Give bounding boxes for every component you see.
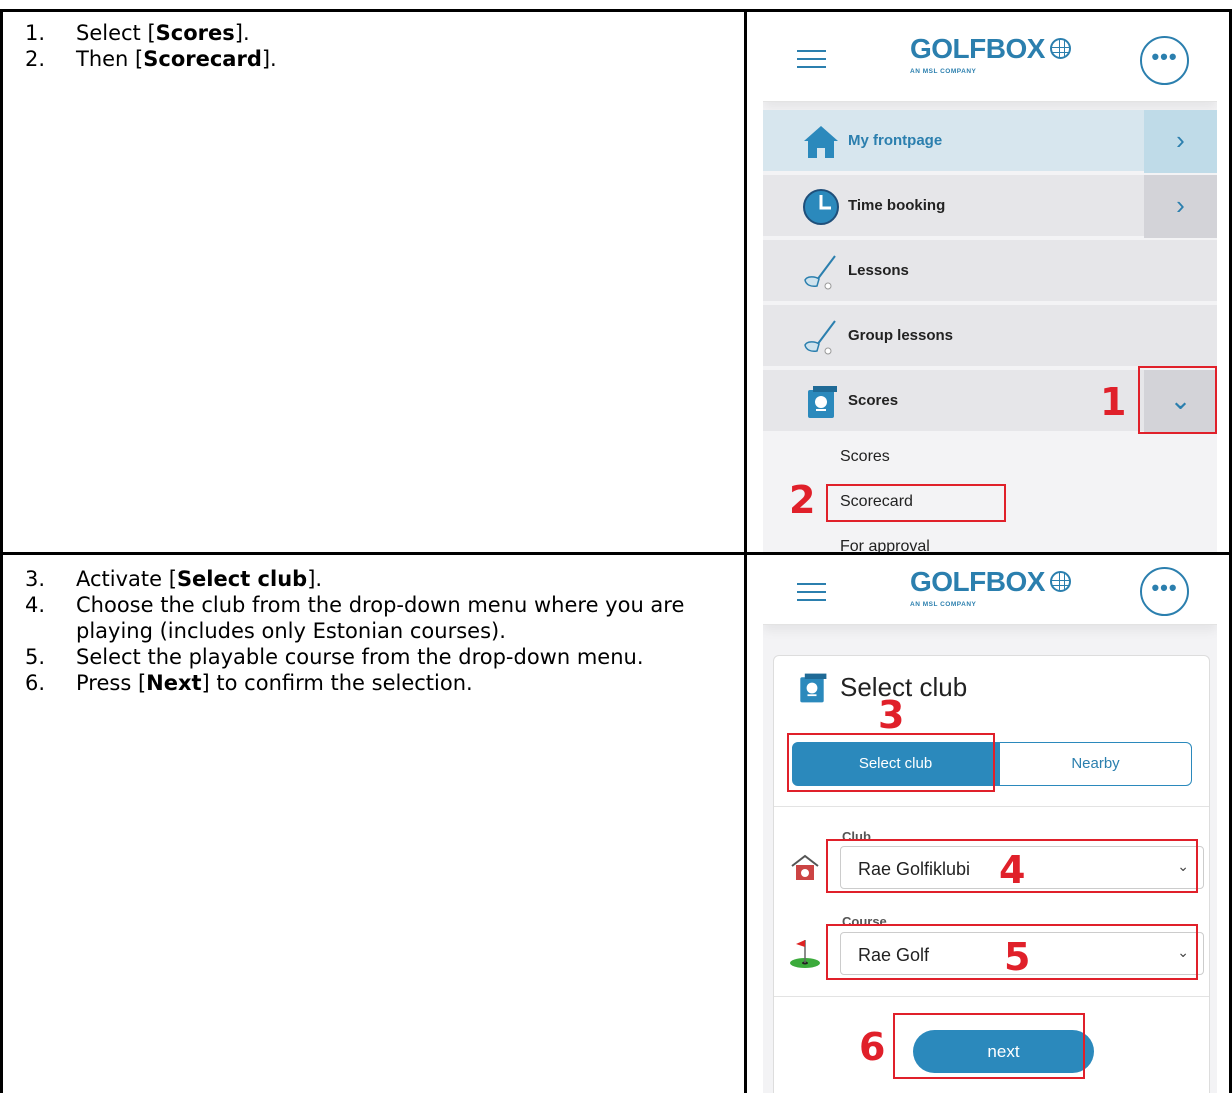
step-text: Select the playable course from the drop… <box>76 645 644 669</box>
submenu-item-scores[interactable]: Scores <box>840 448 890 466</box>
annotation-number-3: 3 <box>878 693 905 737</box>
clock-icon <box>803 189 839 225</box>
menu-item-group-lessons[interactable]: Group lessons <box>763 305 1217 368</box>
annotation-box-3 <box>787 733 995 792</box>
more-button[interactable]: ••• <box>1140 567 1189 616</box>
submenu-item-for-approval[interactable]: For approval <box>840 538 930 552</box>
instruction-step: 6. Press [Next] to confirm the selection… <box>18 670 736 696</box>
annotation-box-1 <box>1138 366 1217 434</box>
annotation-number-6: 6 <box>859 1025 886 1069</box>
tab-nearby[interactable]: Nearby <box>999 742 1192 786</box>
globe-icon <box>1050 38 1071 59</box>
menu-item-time-booking[interactable]: Time booking › <box>763 175 1217 238</box>
menu-item-lessons[interactable]: Lessons <box>763 240 1217 303</box>
step-number: 6. <box>25 671 46 695</box>
step-text: Choose the club from the drop-down menu … <box>76 593 685 643</box>
chevron-right-icon[interactable]: › <box>1144 110 1217 173</box>
menu-label: My frontpage <box>848 132 943 149</box>
table-border-divider <box>744 9 747 1093</box>
instruction-step: 3. Activate [Select club]. <box>18 566 736 592</box>
instructions-steps-3-6: 3. Activate [Select club]. 4. Choose the… <box>18 566 736 696</box>
step-number: 1. <box>25 21 46 45</box>
golf-flag-icon <box>790 940 820 968</box>
golf-club-icon <box>804 320 836 355</box>
scorecard-icon <box>808 386 837 418</box>
step-number: 3. <box>25 567 46 591</box>
more-button[interactable]: ••• <box>1140 36 1189 85</box>
instruction-step: 4. Choose the club from the drop-down me… <box>18 592 736 644</box>
instruction-step: 2. Then [Scorecard]. <box>18 46 736 72</box>
instructions-steps-1-2: 1. Select [Scores]. 2. Then [Scorecard]. <box>18 20 736 72</box>
annotation-number-4: 4 <box>999 848 1026 892</box>
menu-screenshot: GOLFBOX AN MSL COMPANY ••• My frontpage … <box>763 12 1217 552</box>
chevron-right-icon[interactable]: › <box>1144 175 1217 238</box>
app-header: GOLFBOX AN MSL COMPANY ••• <box>763 555 1217 625</box>
scorecard-icon <box>800 673 827 703</box>
instruction-step: 1. Select [Scores]. <box>18 20 736 46</box>
hamburger-menu-icon[interactable] <box>797 50 826 68</box>
menu-label: Scores <box>848 392 899 409</box>
step-number: 4. <box>25 593 46 617</box>
annotation-number-2: 2 <box>789 478 816 522</box>
clubhouse-icon <box>791 854 819 880</box>
annotation-number-5: 5 <box>1004 935 1031 979</box>
golf-club-icon <box>804 255 836 290</box>
menu-item-my-frontpage[interactable]: My frontpage › <box>763 110 1217 173</box>
step-text: Press [Next] to confirm the selection. <box>76 671 473 695</box>
menu-label: Lessons <box>848 262 909 279</box>
app-header: GOLFBOX AN MSL COMPANY ••• <box>763 12 1217 102</box>
instruction-step: 5. Select the playable course from the d… <box>18 644 736 670</box>
annotation-box-6 <box>893 1013 1085 1079</box>
golfbox-logo: GOLFBOX AN MSL COMPANY <box>910 33 1110 79</box>
annotation-box-2 <box>826 484 1006 522</box>
hamburger-menu-icon[interactable] <box>797 583 826 601</box>
divider <box>774 996 1209 997</box>
menu-label: Group lessons <box>848 327 954 344</box>
home-icon <box>804 126 838 158</box>
table-border-left <box>0 9 3 1093</box>
step-text: Then [Scorecard]. <box>76 47 277 71</box>
golfbox-logo: GOLFBOX AN MSL COMPANY <box>910 566 1110 612</box>
step-text: Activate [Select club]. <box>76 567 323 591</box>
step-number: 2. <box>25 47 46 71</box>
step-text: Select [Scores]. <box>76 21 250 45</box>
step-number: 5. <box>25 645 46 669</box>
annotation-number-1: 1 <box>1100 380 1127 424</box>
divider <box>774 806 1209 807</box>
globe-icon <box>1050 571 1071 592</box>
menu-label: Time booking <box>848 197 946 214</box>
